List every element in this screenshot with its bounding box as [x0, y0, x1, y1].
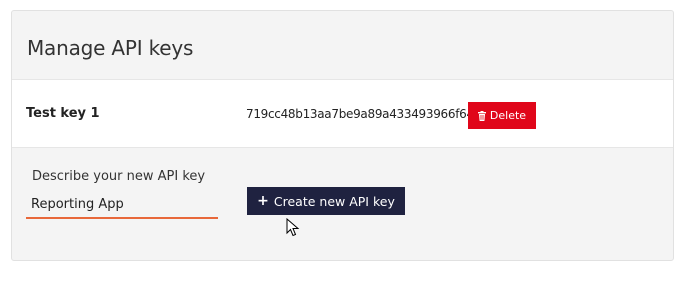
api-key-description-input[interactable] — [26, 191, 218, 219]
create-button-label: Create new API key — [273, 193, 395, 209]
new-key-label: Describe your new API key — [32, 169, 206, 184]
api-keys-panel: Manage API keys Test key 1 719cc48b13aa7… — [11, 10, 674, 261]
api-key-name: Test key 1 — [26, 106, 100, 121]
create-api-key-button[interactable]: + Create new API key — [247, 187, 405, 215]
api-key-value[interactable]: 719cc48b13aa7be9a89a433493966f64 — [246, 107, 474, 121]
delete-button[interactable]: Delete — [468, 102, 536, 129]
delete-button-label: Delete — [489, 109, 527, 122]
panel-title: Manage API keys — [27, 36, 194, 60]
api-key-row: Test key 1 719cc48b13aa7be9a89a433493966… — [12, 79, 673, 148]
mouse-cursor-icon — [286, 218, 300, 237]
plus-icon: + — [257, 193, 269, 209]
trash-icon — [477, 110, 486, 121]
